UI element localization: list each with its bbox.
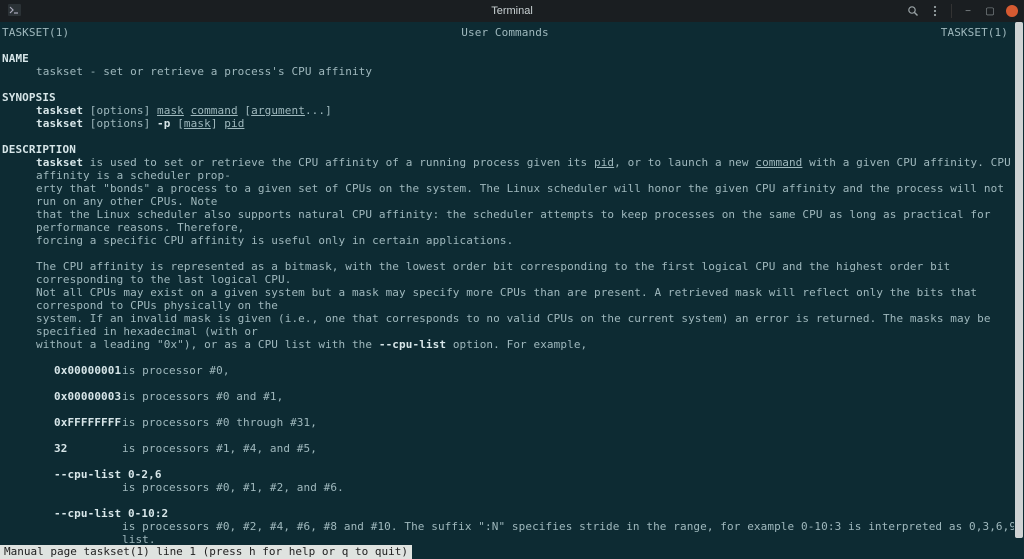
cpu-list-example-val: is processors #0, #1, #2, and #6. [2,481,1018,494]
section-description: DESCRIPTION [2,143,1018,156]
man-header-center: User Commands [337,26,672,39]
man-header-left: TASKSET(1) [2,26,337,39]
cpu-list-example-key: --cpu-list 0-10:2 [2,507,1018,520]
close-icon[interactable] [1006,5,1018,17]
mask-example-val: is processors #1, #4, and #5, [122,442,1018,455]
mask-example-row: 0xFFFFFFFFis processors #0 through #31, [2,416,1018,429]
menu-icon[interactable] [929,5,941,17]
name-text: taskset - set or retrieve a process's CP… [2,65,1018,78]
man-header: TASKSET(1) User Commands TASKSET(1) [2,26,1018,39]
man-header-right: TASKSET(1) [673,26,1018,39]
desc-line: without a leading "0x"), or as a CPU lis… [2,338,1018,351]
synopsis-line-1: taskset [options] mask command [argument… [2,104,1018,117]
window-titlebar: Terminal − ▢ [0,0,1024,22]
desc-line: Not all CPUs may exist on a given system… [2,286,1018,312]
desc-line: erty that "bonds" a process to a given s… [2,182,1018,208]
desc-line: The CPU affinity is represented as a bit… [2,260,1018,286]
mask-example-val: is processors #0 and #1, [122,390,1018,403]
desc-line: that the Linux scheduler also supports n… [2,208,1018,234]
mask-example-row: 0x00000001is processor #0, [2,364,1018,377]
titlebar-separator [951,4,952,18]
mask-example-key: 32 [2,442,122,455]
section-name: NAME [2,52,1018,65]
less-status-line: Manual page taskset(1) line 1 (press h f… [0,545,412,559]
desc-line: forcing a specific CPU affinity is usefu… [2,234,1018,247]
mask-example-key: 0x00000003 [2,390,122,403]
minimize-icon[interactable]: − [962,5,974,17]
scrollbar[interactable] [1014,22,1024,538]
desc-line: system. If an invalid mask is given (i.e… [2,312,1018,338]
section-synopsis: SYNOPSIS [2,91,1018,104]
mask-example-val: is processor #0, [122,364,1018,377]
terminal-viewport[interactable]: TASKSET(1) User Commands TASKSET(1) NAME… [0,22,1024,538]
cpu-list-example-key: --cpu-list 0-2,6 [2,468,1018,481]
desc-line: taskset is used to set or retrieve the C… [2,156,1018,182]
maximize-icon[interactable]: ▢ [984,5,996,17]
mask-example-row: 32is processors #1, #4, and #5, [2,442,1018,455]
mask-example-key: 0x00000001 [2,364,122,377]
mask-example-val: is processors #0 through #31, [122,416,1018,429]
search-icon[interactable] [907,5,919,17]
mask-example-key: 0xFFFFFFFF [2,416,122,429]
synopsis-line-2: taskset [options] -p [mask] pid [2,117,1018,130]
mask-example-row: 0x00000003is processors #0 and #1, [2,390,1018,403]
cpu-list-example-val: is processors #0, #2, #4, #6, #8 and #10… [2,520,1018,546]
terminal-app-icon [8,4,21,19]
window-title: Terminal [0,5,1024,17]
